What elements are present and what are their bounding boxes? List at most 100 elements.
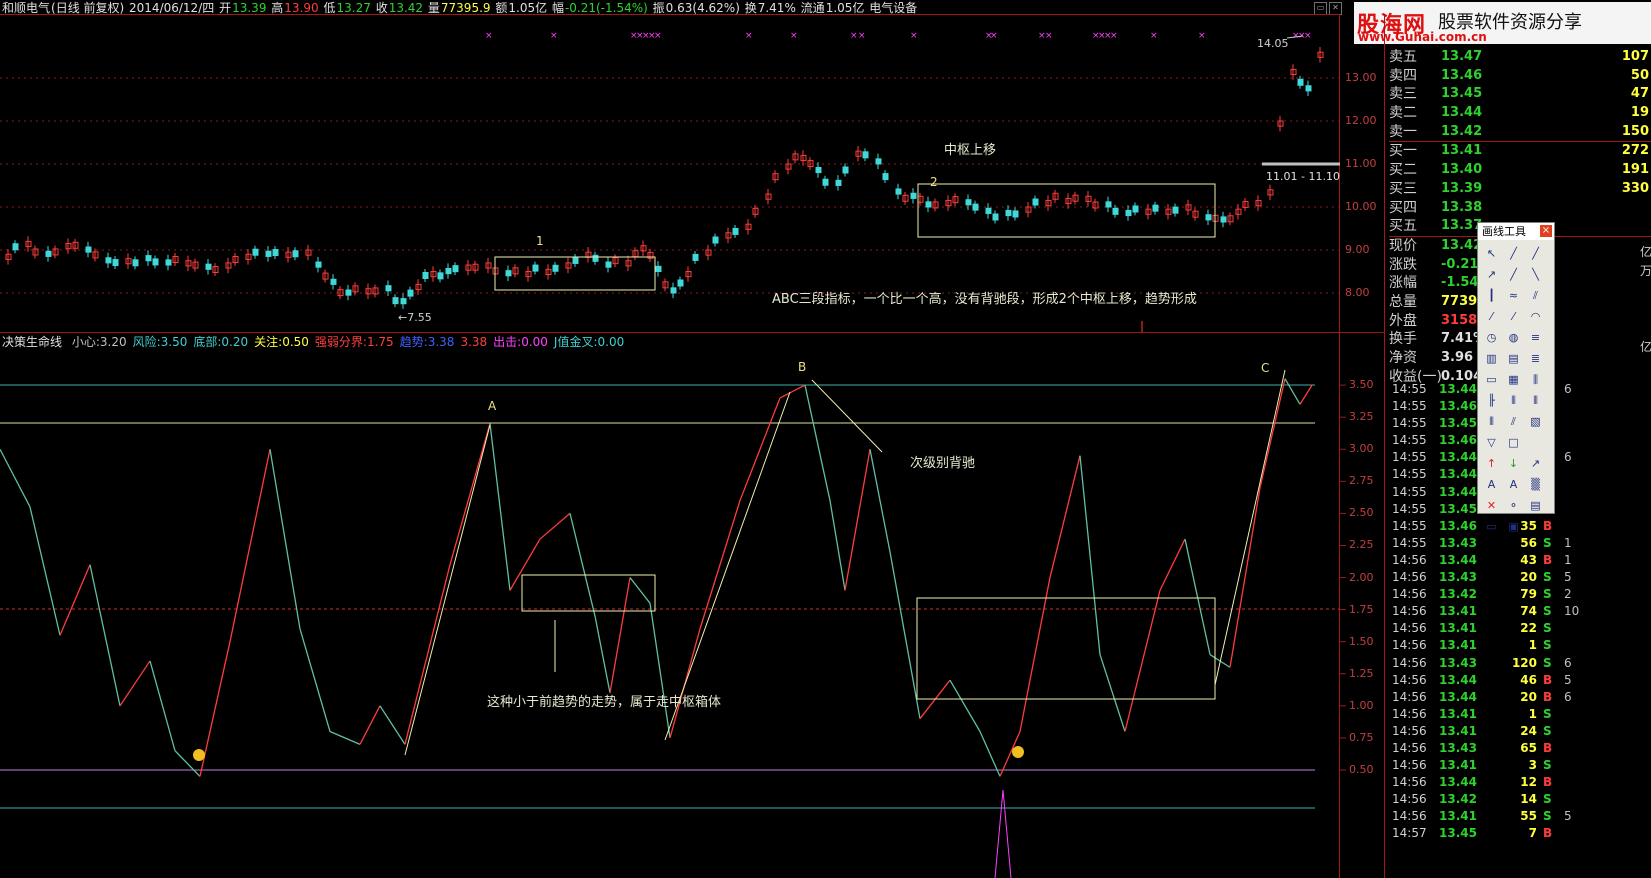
candle-body	[292, 250, 299, 258]
drawing-tool-button[interactable]: ◍	[1503, 328, 1524, 348]
drawing-tool-button[interactable]: ▦	[1503, 370, 1524, 390]
indicator-value: J值金叉:0.00	[554, 335, 624, 349]
drawing-tool-button[interactable]: ↖	[1481, 244, 1502, 264]
candle-body	[272, 249, 279, 257]
drawing-tool-button[interactable]: ◷	[1481, 328, 1502, 348]
drawing-tool-button[interactable]	[1525, 517, 1546, 537]
tick-volume: 79	[1520, 587, 1537, 602]
signal-x-marker: ×	[485, 31, 493, 41]
oscillator-segment	[649, 603, 671, 739]
oscillator-segment	[1079, 455, 1101, 655]
tick-side: S	[1543, 758, 1552, 773]
candle-body	[1005, 209, 1012, 217]
drawing-tool-button[interactable]: ↓	[1503, 454, 1524, 474]
drawing-tool-button[interactable]	[1525, 433, 1546, 453]
drawing-tool-button[interactable]: A	[1503, 475, 1524, 495]
drawing-tool-button[interactable]: ↗	[1481, 265, 1502, 285]
drawing-tool-button[interactable]: ▧	[1525, 412, 1546, 432]
drawing-tool-button[interactable]: ▒	[1525, 475, 1546, 495]
tick-price: 13.45	[1439, 826, 1477, 841]
signal-x-marker: ×	[550, 31, 558, 41]
candle-body	[822, 178, 829, 186]
tick-time: 14:55	[1392, 433, 1427, 448]
oscillator-segment	[609, 577, 631, 694]
tick-row: 14:56 13.44 46 B 5	[1389, 672, 1651, 689]
stat-label: 涨幅	[1389, 275, 1417, 292]
oscillator-segment	[869, 449, 891, 553]
drawing-tool-button[interactable]: ⫽	[1503, 412, 1524, 432]
tick-volume: 120	[1511, 655, 1537, 670]
drawing-tool-button[interactable]: ⦀	[1481, 412, 1502, 432]
pivot-box-2	[917, 183, 1216, 238]
candle-body	[422, 271, 429, 279]
signal-x-marker: ×	[790, 31, 798, 41]
drawing-tool-button[interactable]: ▤	[1503, 349, 1524, 369]
drawing-tool-button[interactable]: ╱	[1525, 244, 1546, 264]
oscillator-segment	[889, 551, 921, 719]
tick-time: 14:55	[1392, 382, 1427, 396]
drawing-tool-button[interactable]: ⁄	[1503, 307, 1524, 327]
candle-body	[1172, 206, 1179, 214]
drawing-tool-button[interactable]: ▣	[1503, 517, 1524, 537]
drawing-tool-button[interactable]: ⫽	[1525, 286, 1546, 306]
signal-markers: × × ××××× × × × × × ×× × × ×××× × × ×××	[485, 31, 1340, 166]
tick-side: B	[1543, 826, 1553, 841]
drawing-tool-button[interactable]: ▽	[1481, 433, 1502, 453]
spike-marker	[994, 789, 1012, 878]
drawing-tool-button[interactable]: ▥	[1481, 349, 1502, 369]
drawing-tool-button[interactable]: ↗	[1525, 454, 1546, 474]
drawing-tool-button[interactable]: ⚬	[1503, 496, 1524, 516]
drawing-tool-button[interactable]: ╟	[1481, 391, 1502, 411]
tick-side: B	[1543, 740, 1553, 755]
tick-extra: 10	[1564, 604, 1580, 619]
book-label: 卖二	[1389, 105, 1417, 122]
candle-body	[112, 259, 119, 267]
book-price: 13.40	[1441, 162, 1483, 178]
price-tick-label: 11.00	[1345, 157, 1377, 170]
drawing-tool-palette[interactable]: 画线工具 × ↖ ╱ ╱ ↗ ╱ ╲ ┃ ≈ ⫽ ⁄ ⁄ ◠ ◷ ◍ ≡ ▥ ▤ ≣ ▭ ▦ ⫼ ╟ ⦀ ⦀ ⦀ ⫽ ▧ ▽ □ ↑ ↓ ↗ A A…	[1477, 222, 1555, 533]
drawing-tool-button[interactable]: ╱	[1503, 244, 1524, 264]
oscillator-segment	[299, 628, 331, 732]
drawing-tool-button[interactable]: ⫼	[1525, 370, 1546, 390]
drawing-tool-button[interactable]: ╲	[1525, 265, 1546, 285]
drawing-tool-button[interactable]: ↑	[1481, 454, 1502, 474]
drawing-tool-button[interactable]: ≣	[1525, 349, 1546, 369]
drawing-tool-button[interactable]: ◠	[1525, 307, 1546, 327]
book-price: 13.37	[1441, 218, 1483, 234]
signal-x-marker: ×	[1110, 31, 1118, 41]
tick-extra: 6	[1564, 655, 1572, 670]
drawing-tool-button[interactable]: ≈	[1503, 286, 1524, 306]
tick-time: 14:56	[1392, 723, 1427, 738]
drawing-tool-button[interactable]: ⦀	[1525, 391, 1546, 411]
tick-volume: 7	[1528, 826, 1537, 841]
indicator-val: 3.20	[99, 335, 127, 349]
book-volume: 47	[1630, 86, 1649, 102]
drawing-tool-button[interactable]: ✕	[1481, 496, 1502, 516]
oscillator-segment	[844, 449, 871, 591]
drawing-tool-button[interactable]: ┃	[1481, 286, 1502, 306]
bottom-signal-icon	[193, 749, 205, 761]
tick-price: 13.41	[1439, 604, 1477, 619]
tick-extra: 6	[1564, 382, 1572, 396]
signal-x-marker: ×	[745, 31, 753, 41]
drawing-tool-button[interactable]: ▤	[1525, 496, 1546, 516]
tick-side: S	[1543, 604, 1552, 619]
tick-volume: 24	[1520, 723, 1537, 738]
drawing-tool-button[interactable]: ⁄	[1481, 307, 1502, 327]
candle-body	[1105, 201, 1112, 208]
tool-palette-title[interactable]: 画线工具 ×	[1478, 223, 1554, 240]
drawing-tool-button[interactable]: ≡	[1525, 328, 1546, 348]
price-tick-label: 12.00	[1345, 114, 1377, 127]
drawing-tool-button[interactable]: □	[1503, 433, 1524, 453]
drawing-tool-button[interactable]: ⦀	[1503, 391, 1524, 411]
drawing-tool-button[interactable]: A	[1481, 475, 1502, 495]
tick-price: 13.44	[1439, 467, 1477, 482]
tick-price: 13.44	[1439, 689, 1477, 704]
drawing-tool-button[interactable]: ╱	[1503, 265, 1524, 285]
drawing-tool-button[interactable]: ▭	[1481, 517, 1502, 537]
drawing-tool-button[interactable]: ▭	[1481, 370, 1502, 390]
tick-price: 13.43	[1439, 655, 1477, 670]
tick-volume: 20	[1520, 570, 1537, 585]
close-icon[interactable]: ×	[1540, 225, 1552, 237]
book-price: 13.44	[1441, 105, 1483, 121]
